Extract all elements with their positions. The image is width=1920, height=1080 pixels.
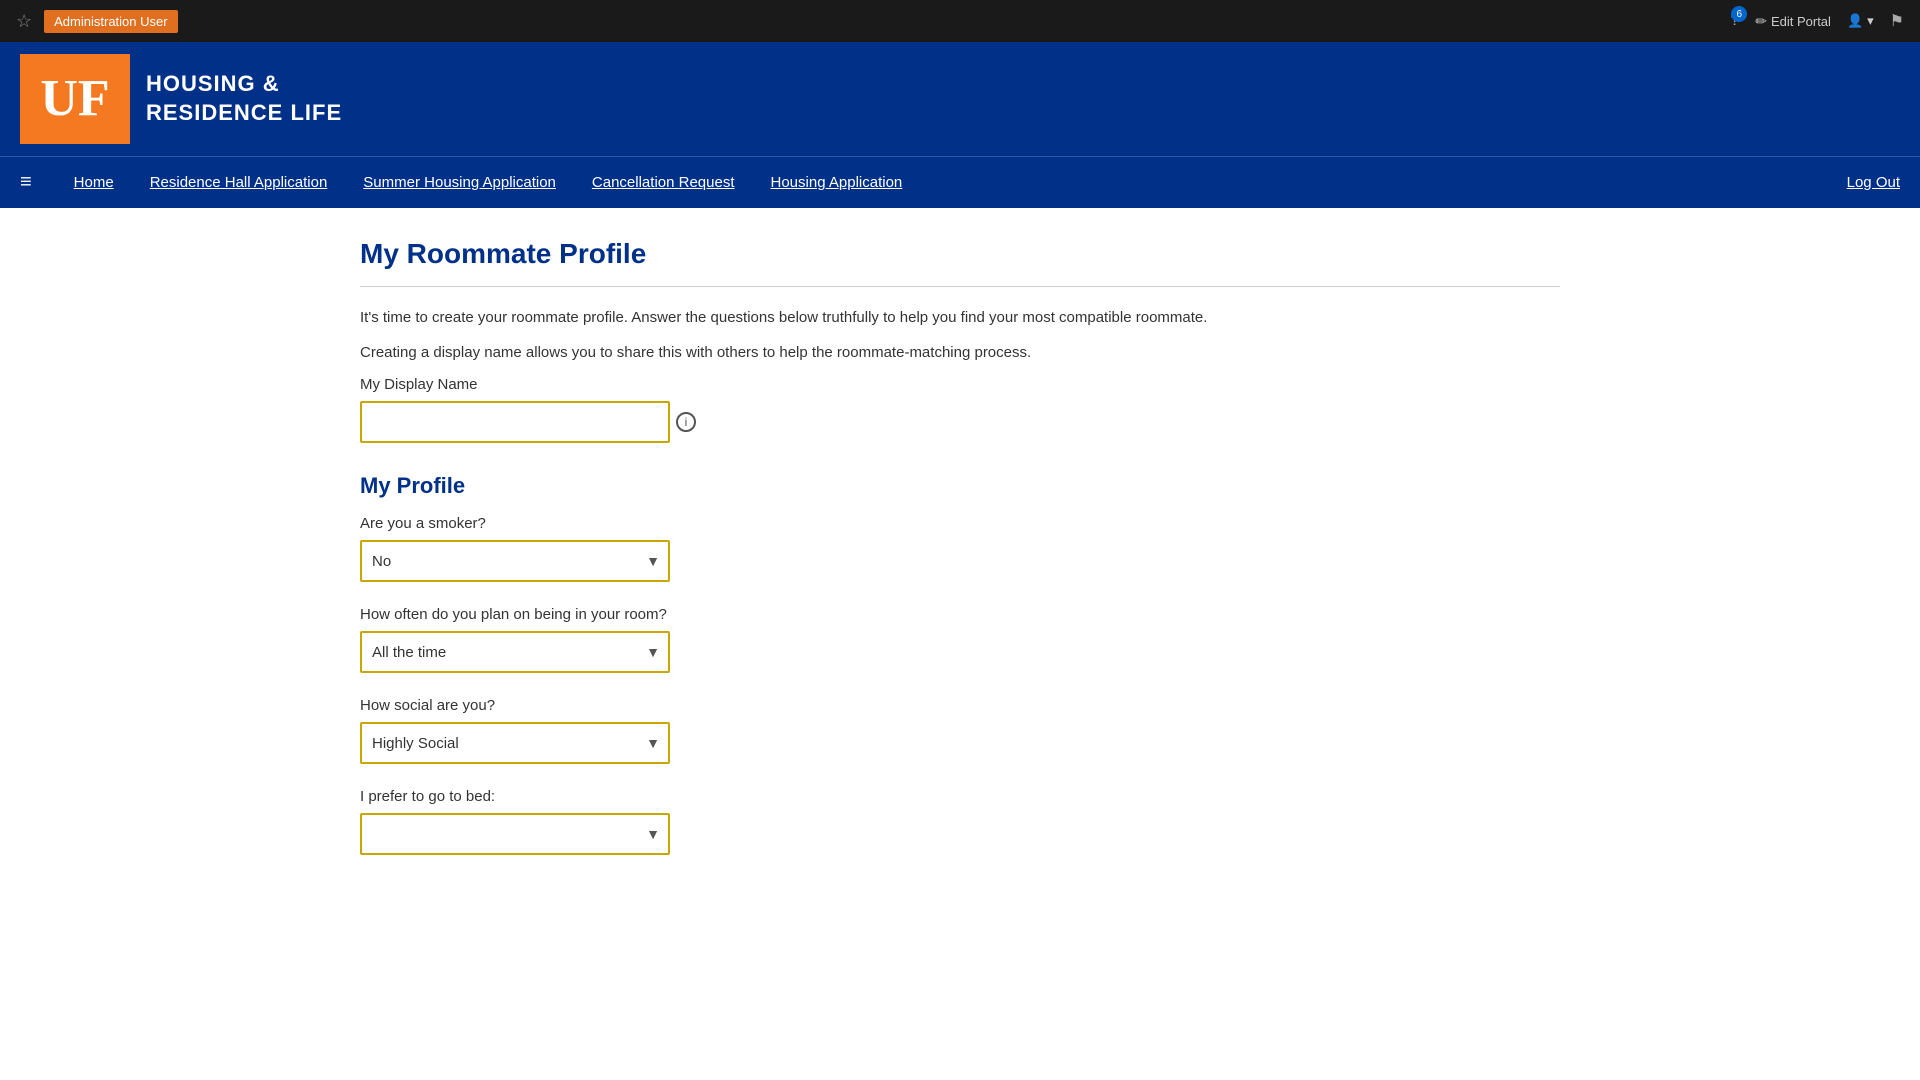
nav-residence-hall[interactable]: Residence Hall Application bbox=[132, 157, 346, 208]
intro-text-2: Creating a display name allows you to sh… bbox=[360, 342, 1560, 365]
hamburger-icon[interactable]: ≡ bbox=[20, 171, 32, 194]
admin-user-label: Administration User bbox=[44, 10, 177, 33]
smoker-group: Are you a smoker? No Yes ▼ bbox=[360, 515, 1560, 582]
nav-housing-app[interactable]: Housing Application bbox=[753, 157, 921, 208]
display-name-label: My Display Name bbox=[360, 376, 1560, 393]
top-bar-left: ☆ Administration User bbox=[16, 10, 178, 33]
logo-text: HOUSING & RESIDENCE LIFE bbox=[146, 70, 342, 127]
title-divider bbox=[360, 286, 1560, 287]
display-name-group: My Display Name i bbox=[360, 376, 1560, 443]
info-icon[interactable]: i bbox=[676, 412, 696, 432]
smoker-label: Are you a smoker? bbox=[360, 515, 1560, 532]
user-icon: 👤 bbox=[1847, 13, 1863, 29]
flag-icon[interactable]: ⚑ bbox=[1890, 11, 1904, 31]
main-content: My Roommate Profile It's time to create … bbox=[330, 208, 1590, 939]
site-header: UF HOUSING & RESIDENCE LIFE bbox=[0, 42, 1920, 156]
nav-home[interactable]: Home bbox=[56, 157, 132, 208]
social-select[interactable]: Highly Social Somewhat Social Not Very S… bbox=[360, 722, 670, 764]
star-icon[interactable]: ☆ bbox=[16, 11, 32, 32]
pencil-icon: ✏ bbox=[1755, 13, 1767, 30]
nav-cancellation[interactable]: Cancellation Request bbox=[574, 157, 753, 208]
bedtime-select[interactable] bbox=[360, 813, 670, 855]
edit-portal-label: Edit Portal bbox=[1771, 14, 1831, 29]
notification-badge: 6 bbox=[1731, 6, 1747, 22]
page-title: My Roommate Profile bbox=[360, 238, 1560, 270]
edit-portal-link[interactable]: ✏ Edit Portal bbox=[1755, 13, 1831, 30]
bedtime-group: I prefer to go to bed: ▼ bbox=[360, 788, 1560, 855]
nav-logout[interactable]: Log Out bbox=[1847, 174, 1900, 191]
room-time-select-wrapper: All the time Most of the time Some of th… bbox=[360, 631, 670, 673]
intro-text-1: It's time to create your roommate profil… bbox=[360, 307, 1560, 330]
logo-line1: HOUSING & bbox=[146, 70, 342, 99]
room-time-select[interactable]: All the time Most of the time Some of th… bbox=[360, 631, 670, 673]
social-label: How social are you? bbox=[360, 697, 1560, 714]
logo-box[interactable]: UF bbox=[20, 54, 130, 144]
top-bar-right: ? 6 ✏ Edit Portal 👤 ▾ ⚑ bbox=[1730, 11, 1904, 31]
main-nav: ≡ Home Residence Hall Application Summer… bbox=[0, 156, 1920, 208]
bedtime-select-wrapper: ▼ bbox=[360, 813, 670, 855]
display-name-input[interactable] bbox=[360, 401, 670, 443]
user-menu[interactable]: 👤 ▾ bbox=[1847, 13, 1874, 29]
top-bar: ☆ Administration User ? 6 ✏ Edit Portal … bbox=[0, 0, 1920, 42]
nav-summer-housing[interactable]: Summer Housing Application bbox=[345, 157, 574, 208]
help-badge-area[interactable]: ? 6 bbox=[1730, 12, 1739, 30]
profile-section-title: My Profile bbox=[360, 473, 1560, 499]
smoker-select-wrapper: No Yes ▼ bbox=[360, 540, 670, 582]
bedtime-label: I prefer to go to bed: bbox=[360, 788, 1560, 805]
logo-line2: RESIDENCE LIFE bbox=[146, 99, 342, 128]
social-group: How social are you? Highly Social Somewh… bbox=[360, 697, 1560, 764]
room-time-group: How often do you plan on being in your r… bbox=[360, 606, 1560, 673]
room-time-label: How often do you plan on being in your r… bbox=[360, 606, 1560, 623]
chevron-down-icon: ▾ bbox=[1867, 13, 1874, 29]
smoker-select[interactable]: No Yes bbox=[360, 540, 670, 582]
logo-uf-text: UF bbox=[40, 73, 109, 125]
social-select-wrapper: Highly Social Somewhat Social Not Very S… bbox=[360, 722, 670, 764]
